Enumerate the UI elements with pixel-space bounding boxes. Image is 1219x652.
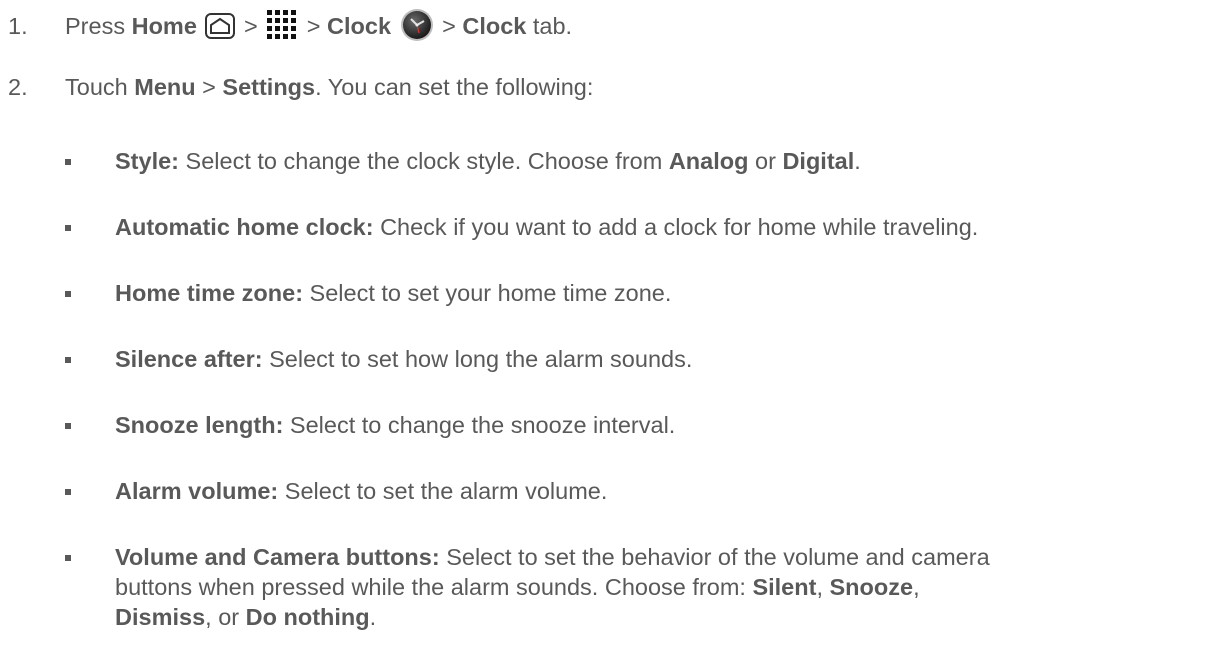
step-text: Touch bbox=[65, 74, 135, 100]
bullet-icon bbox=[65, 225, 71, 231]
apps-grid-icon bbox=[267, 10, 297, 39]
menu-label: Menu bbox=[134, 74, 196, 100]
step-1: 1. Press Home > > Clock > Clock tab. bbox=[8, 8, 572, 42]
item-text: , or bbox=[205, 604, 246, 630]
bullet-icon bbox=[65, 291, 71, 297]
step-text: tab. bbox=[526, 13, 573, 39]
item-text: , bbox=[913, 574, 920, 600]
item-term: Style: bbox=[115, 148, 179, 174]
item-text: Check if you want to add a clock for hom… bbox=[373, 214, 979, 240]
item-text: or bbox=[748, 148, 783, 174]
item-text: Select to set the behavior of the volume… bbox=[439, 544, 990, 570]
item-term: Volume and Camera buttons: bbox=[115, 544, 440, 570]
home-label: Home bbox=[131, 13, 197, 39]
clock-tab-label: Clock bbox=[462, 13, 527, 39]
bullet-icon bbox=[65, 555, 71, 561]
bullet-icon bbox=[65, 357, 71, 363]
item-text: . bbox=[369, 604, 377, 630]
item-term: Snooze length: bbox=[115, 412, 284, 438]
bullet-icon bbox=[65, 159, 71, 165]
item-term: Home time zone: bbox=[115, 280, 304, 306]
option-analog: Analog bbox=[668, 148, 749, 174]
home-icon bbox=[205, 13, 236, 39]
settings-label: Settings bbox=[222, 74, 316, 100]
item-text: . bbox=[854, 148, 861, 174]
item-term: Alarm volume: bbox=[115, 478, 279, 504]
step-number: 1. bbox=[8, 13, 28, 39]
step-text: . You can set the following: bbox=[315, 74, 594, 100]
item-text: Select to set how long the alarm sounds. bbox=[262, 346, 693, 372]
item-text: Select to set the alarm volume. bbox=[278, 478, 608, 504]
bullet-icon bbox=[65, 489, 71, 495]
option-dismiss: Dismiss bbox=[115, 604, 206, 630]
option-snooze: Snooze bbox=[829, 574, 914, 600]
step-text: Press bbox=[65, 13, 132, 39]
item-text: , bbox=[816, 574, 830, 600]
item-term: Automatic home clock: bbox=[115, 214, 374, 240]
separator: > bbox=[237, 13, 265, 39]
item-text: Select to set your home time zone. bbox=[303, 280, 672, 306]
option-digital: Digital bbox=[782, 148, 855, 174]
separator: > bbox=[195, 74, 223, 100]
bullet-icon bbox=[65, 423, 71, 429]
option-do-nothing: Do nothing bbox=[245, 604, 370, 630]
item-term: Silence after: bbox=[115, 346, 263, 372]
item-text: Select to change the snooze interval. bbox=[283, 412, 676, 438]
separator: > bbox=[300, 13, 328, 39]
item-text: Select to change the clock style. Choose… bbox=[179, 148, 669, 174]
step-number: 2. bbox=[8, 74, 28, 100]
clock-label: Clock bbox=[327, 13, 392, 39]
option-silent: Silent bbox=[752, 574, 817, 600]
separator: > bbox=[435, 13, 463, 39]
item-text: buttons when pressed while the alarm sou… bbox=[115, 574, 753, 600]
clock-app-icon bbox=[400, 9, 433, 41]
step-2: 2. Touch Menu > Settings. You can set the… bbox=[8, 73, 593, 101]
